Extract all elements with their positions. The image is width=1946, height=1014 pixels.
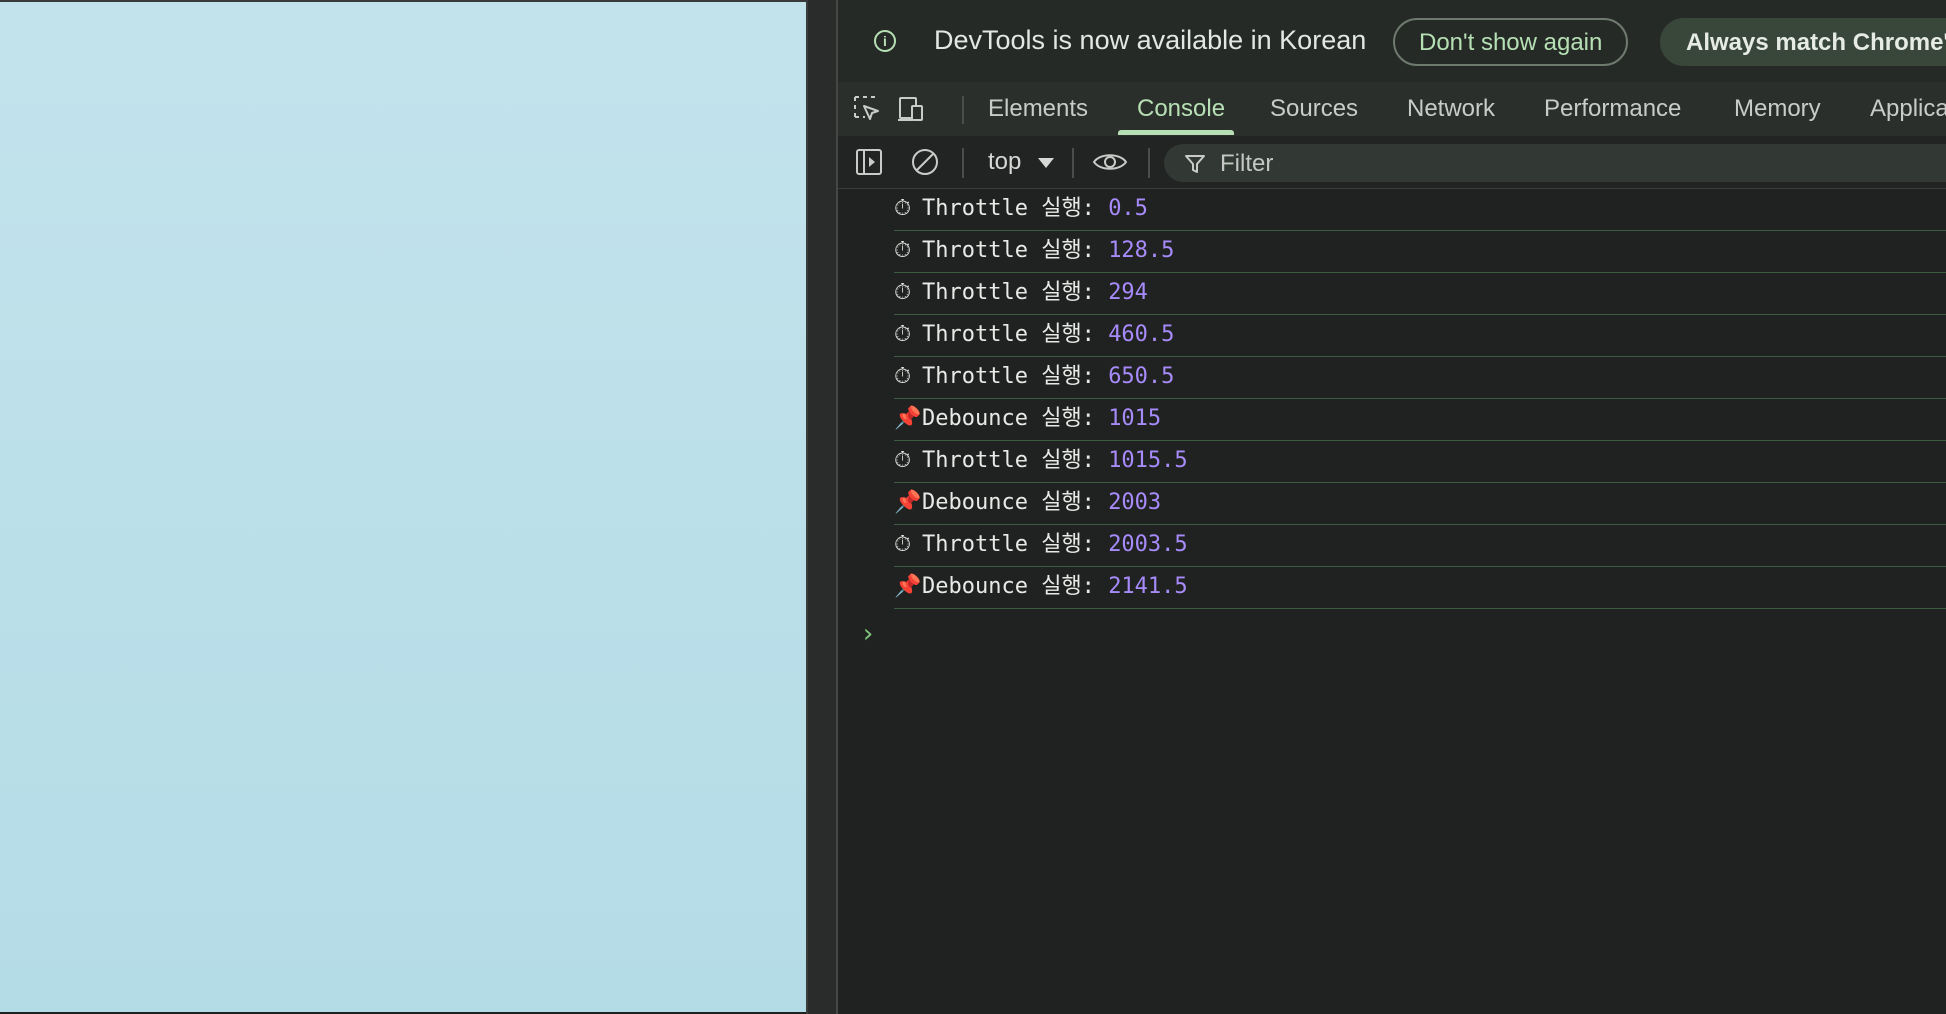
clear-console-icon[interactable] — [910, 147, 940, 177]
log-label: Throttle 실행: — [922, 448, 1095, 473]
tab-performance[interactable]: Performance — [1544, 95, 1681, 123]
always-match-language-button[interactable]: Always match Chrome's language — [1660, 18, 1946, 66]
live-expression-eye-icon[interactable] — [1092, 147, 1128, 177]
show-sidebar-icon[interactable] — [854, 147, 884, 177]
tab-memory[interactable]: Memory — [1734, 95, 1821, 123]
log-value[interactable]: 460.5 — [1108, 322, 1174, 347]
console-log-row: ⏱ Throttle 실행: 460.5 — [894, 315, 1946, 357]
toolbar-separator — [1072, 148, 1074, 178]
log-value[interactable]: 0.5 — [1108, 196, 1148, 221]
tab-application[interactable]: Application — [1870, 95, 1946, 123]
toolbar-separator — [962, 148, 964, 178]
device-toolbar-icon[interactable] — [896, 94, 926, 124]
log-value[interactable]: 1015.5 — [1108, 448, 1187, 473]
log-value[interactable]: 2141.5 — [1108, 574, 1187, 599]
log-value[interactable]: 2003 — [1108, 490, 1161, 515]
log-label: Debounce 실행: — [922, 574, 1095, 599]
devtools-panel: i DevTools is now available in Korean Do… — [838, 0, 1946, 1014]
info-icon: i — [874, 30, 896, 52]
log-label: Debounce 실행: — [922, 490, 1095, 515]
stopwatch-icon: ⏱ — [894, 448, 912, 473]
stopwatch-icon: ⏱ — [894, 532, 912, 557]
devtools-tabbar: Elements Console Sources Network Perform… — [838, 82, 1946, 137]
tab-sources[interactable]: Sources — [1270, 95, 1358, 123]
tab-network[interactable]: Network — [1407, 95, 1495, 123]
log-value[interactable]: 1015 — [1108, 406, 1161, 431]
stopwatch-icon: ⏱ — [894, 322, 912, 347]
devtools-resize-handle[interactable] — [806, 0, 836, 1014]
stopwatch-icon: ⏱ — [894, 196, 912, 221]
console-toolbar: top Filter — [838, 136, 1946, 189]
language-infobar: i DevTools is now available in Korean Do… — [838, 0, 1946, 82]
log-label: Throttle 실행: — [922, 196, 1095, 221]
log-value[interactable]: 128.5 — [1108, 238, 1174, 263]
log-label: Throttle 실행: — [922, 280, 1095, 305]
tab-elements[interactable]: Elements — [988, 95, 1088, 123]
toolbar-separator — [1148, 148, 1150, 178]
filter-input[interactable]: Filter — [1164, 144, 1946, 182]
dont-show-again-button[interactable]: Don't show again — [1393, 18, 1629, 66]
console-log-row: ⏱ Throttle 실행: 294 — [894, 273, 1946, 315]
console-log-row: ⏱ Throttle 실행: 2003.5 — [894, 525, 1946, 567]
stopwatch-icon: ⏱ — [894, 238, 912, 263]
toolbar-separator — [962, 96, 964, 124]
log-label: Throttle 실행: — [922, 238, 1095, 263]
console-log-row: ⏱ Throttle 실행: 650.5 — [894, 357, 1946, 399]
log-label: Throttle 실행: — [922, 532, 1095, 557]
console-messages: ⏱ Throttle 실행: 0.5 ⏱ Throttle 실행: 128.5 ⏱ Thr… — [838, 189, 1946, 649]
console-log-row: 📌Debounce 실행: 2141.5 — [894, 567, 1946, 609]
chevron-down-icon[interactable] — [1038, 158, 1054, 168]
console-log-row: 📌Debounce 실행: 1015 — [894, 399, 1946, 441]
stopwatch-icon: ⏱ — [894, 280, 912, 305]
console-log-row: ⏱ Throttle 실행: 1015.5 — [894, 441, 1946, 483]
inspect-element-icon[interactable] — [852, 94, 882, 124]
log-label: Debounce 실행: — [922, 406, 1095, 431]
stopwatch-icon: ⏱ — [894, 364, 912, 389]
filter-funnel-icon — [1185, 155, 1205, 173]
active-tab-indicator — [1118, 130, 1234, 135]
tab-console[interactable]: Console — [1137, 95, 1225, 123]
page-viewport — [0, 0, 806, 1012]
log-value[interactable]: 2003.5 — [1108, 532, 1187, 557]
console-log-row: ⏱ Throttle 실행: 128.5 — [894, 231, 1946, 273]
console-log-row: 📌Debounce 실행: 2003 — [894, 483, 1946, 525]
infobar-message: DevTools is now available in Korean — [934, 25, 1367, 55]
log-value[interactable]: 650.5 — [1108, 364, 1174, 389]
pushpin-icon: 📌 — [894, 574, 922, 599]
filter-placeholder: Filter — [1220, 150, 1274, 177]
console-log-row: ⏱ Throttle 실행: 0.5 — [894, 189, 1946, 231]
log-label: Throttle 실행: — [922, 322, 1095, 347]
context-selector[interactable]: top — [988, 148, 1021, 176]
log-label: Throttle 실행: — [922, 364, 1095, 389]
pushpin-icon: 📌 — [894, 490, 922, 515]
pushpin-icon: 📌 — [894, 406, 922, 431]
log-value[interactable]: 294 — [1108, 280, 1148, 305]
console-prompt[interactable]: › — [860, 619, 876, 649]
